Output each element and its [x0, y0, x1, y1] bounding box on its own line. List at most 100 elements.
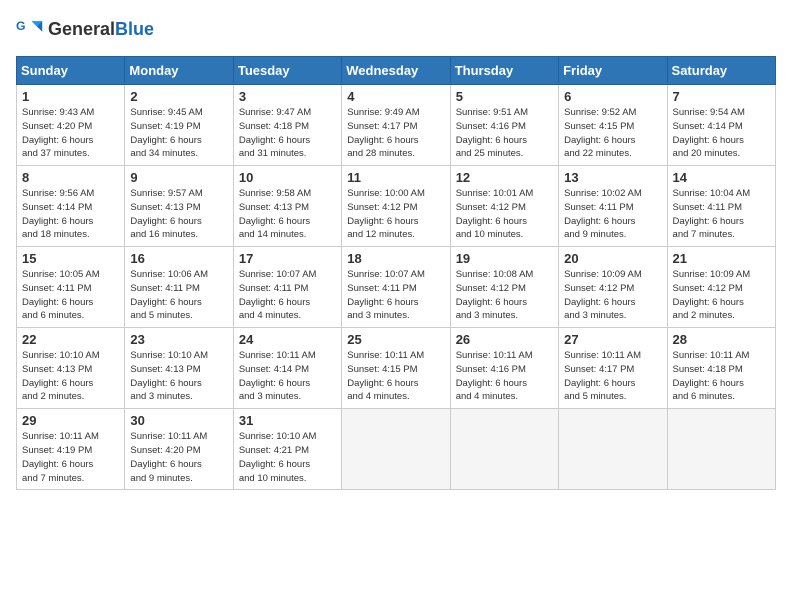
day-cell-12: 12Sunrise: 10:01 AMSunset: 4:12 PMDaylig… — [450, 166, 558, 247]
day-info: Sunrise: 10:05 AMSunset: 4:11 PMDaylight… — [22, 268, 119, 323]
day-number: 24 — [239, 332, 336, 347]
day-number: 25 — [347, 332, 444, 347]
day-info: Sunrise: 10:06 AMSunset: 4:11 PMDaylight… — [130, 268, 227, 323]
day-number: 13 — [564, 170, 661, 185]
weekday-header-saturday: Saturday — [667, 57, 775, 85]
day-cell-29: 29 Sunrise: 10:11 AMSunset: 4:19 PMDaylig… — [17, 409, 125, 490]
day-cell-18: 18 Sunrise: 10:07 AMSunset: 4:11 PMDaylig… — [342, 247, 450, 328]
day-cell-empty — [450, 409, 558, 490]
day-cell-24: 24 Sunrise: 10:11 AMSunset: 4:14 PMDaylig… — [233, 328, 341, 409]
day-number: 31 — [239, 413, 336, 428]
day-number: 2 — [130, 89, 227, 104]
day-number: 14 — [673, 170, 770, 185]
day-number: 29 — [22, 413, 119, 428]
day-number: 21 — [673, 251, 770, 266]
day-info: Sunrise: 10:08 AMSunset: 4:12 PMDaylight… — [456, 268, 553, 323]
day-cell-19: 19 Sunrise: 10:08 AMSunset: 4:12 PMDaylig… — [450, 247, 558, 328]
day-cell-empty — [342, 409, 450, 490]
day-info: Sunrise: 9:52 AMSunset: 4:15 PMDaylight:… — [564, 106, 661, 161]
day-cell-10: 10 Sunrise: 9:58 AMSunset: 4:13 PMDayligh… — [233, 166, 341, 247]
day-cell-14: 14 Sunrise: 10:04 AMSunset: 4:11 PMDaylig… — [667, 166, 775, 247]
page-header: G GeneralBlue — [16, 16, 776, 44]
day-cell-5: 5Sunrise: 9:51 AMSunset: 4:16 PMDaylight… — [450, 85, 558, 166]
day-info: Sunrise: 9:54 AMSunset: 4:14 PMDaylight:… — [673, 106, 770, 161]
day-cell-28: 28 Sunrise: 10:11 AMSunset: 4:18 PMDaylig… — [667, 328, 775, 409]
weekday-header-monday: Monday — [125, 57, 233, 85]
weekday-header-wednesday: Wednesday — [342, 57, 450, 85]
day-cell-25: 25 Sunrise: 10:11 AMSunset: 4:15 PMDaylig… — [342, 328, 450, 409]
day-cell-20: 20 Sunrise: 10:09 AMSunset: 4:12 PMDaylig… — [559, 247, 667, 328]
weekday-header-friday: Friday — [559, 57, 667, 85]
day-info: Sunrise: 10:09 AMSunset: 4:12 PMDaylight… — [673, 268, 770, 323]
day-cell-7: 7 Sunrise: 9:54 AMSunset: 4:14 PMDaylight… — [667, 85, 775, 166]
day-info: Sunrise: 9:49 AMSunset: 4:17 PMDaylight:… — [347, 106, 444, 161]
day-info: Sunrise: 10:10 AMSunset: 4:13 PMDaylight… — [22, 349, 119, 404]
weekday-header-tuesday: Tuesday — [233, 57, 341, 85]
day-cell-21: 21 Sunrise: 10:09 AMSunset: 4:12 PMDaylig… — [667, 247, 775, 328]
day-cell-6: 6Sunrise: 9:52 AMSunset: 4:15 PMDaylight… — [559, 85, 667, 166]
day-cell-empty — [667, 409, 775, 490]
day-info: Sunrise: 10:11 AMSunset: 4:15 PMDaylight… — [347, 349, 444, 404]
day-cell-2: 2 Sunrise: 9:45 AMSunset: 4:19 PMDaylight… — [125, 85, 233, 166]
day-info: Sunrise: 10:07 AMSunset: 4:11 PMDaylight… — [239, 268, 336, 323]
day-cell-22: 22 Sunrise: 10:10 AMSunset: 4:13 PMDaylig… — [17, 328, 125, 409]
day-cell-31: 31 Sunrise: 10:10 AMSunset: 4:21 PMDaylig… — [233, 409, 341, 490]
day-number: 27 — [564, 332, 661, 347]
day-info: Sunrise: 10:09 AMSunset: 4:12 PMDaylight… — [564, 268, 661, 323]
day-cell-17: 17 Sunrise: 10:07 AMSunset: 4:11 PMDaylig… — [233, 247, 341, 328]
day-number: 26 — [456, 332, 553, 347]
day-cell-13: 13Sunrise: 10:02 AMSunset: 4:11 PMDaylig… — [559, 166, 667, 247]
day-cell-30: 30 Sunrise: 10:11 AMSunset: 4:20 PMDaylig… — [125, 409, 233, 490]
day-number: 11 — [347, 170, 444, 185]
day-cell-4: 4 Sunrise: 9:49 AMSunset: 4:17 PMDaylight… — [342, 85, 450, 166]
day-number: 4 — [347, 89, 444, 104]
day-cell-16: 16 Sunrise: 10:06 AMSunset: 4:11 PMDaylig… — [125, 247, 233, 328]
week-row-5: 29 Sunrise: 10:11 AMSunset: 4:19 PMDaylig… — [17, 409, 776, 490]
day-info: Sunrise: 10:11 AMSunset: 4:14 PMDaylight… — [239, 349, 336, 404]
weekday-header-thursday: Thursday — [450, 57, 558, 85]
day-number: 17 — [239, 251, 336, 266]
day-info: Sunrise: 10:11 AMSunset: 4:18 PMDaylight… — [673, 349, 770, 404]
day-number: 15 — [22, 251, 119, 266]
day-cell-26: 26 Sunrise: 10:11 AMSunset: 4:16 PMDaylig… — [450, 328, 558, 409]
week-row-3: 15 Sunrise: 10:05 AMSunset: 4:11 PMDaylig… — [17, 247, 776, 328]
day-info: Sunrise: 10:11 AMSunset: 4:19 PMDaylight… — [22, 430, 119, 485]
day-number: 28 — [673, 332, 770, 347]
day-number: 19 — [456, 251, 553, 266]
day-number: 8 — [22, 170, 119, 185]
day-cell-empty — [559, 409, 667, 490]
week-row-4: 22 Sunrise: 10:10 AMSunset: 4:13 PMDaylig… — [17, 328, 776, 409]
day-cell-9: 9 Sunrise: 9:57 AMSunset: 4:13 PMDaylight… — [125, 166, 233, 247]
day-number: 20 — [564, 251, 661, 266]
day-info: Sunrise: 9:58 AMSunset: 4:13 PMDaylight:… — [239, 187, 336, 242]
week-row-2: 8 Sunrise: 9:56 AMSunset: 4:14 PMDaylight… — [17, 166, 776, 247]
day-info: Sunrise: 10:01 AMSunset: 4:12 PMDaylight… — [456, 187, 553, 242]
weekday-header-sunday: Sunday — [17, 57, 125, 85]
day-info: Sunrise: 10:04 AMSunset: 4:11 PMDaylight… — [673, 187, 770, 242]
day-info: Sunrise: 9:45 AMSunset: 4:19 PMDaylight:… — [130, 106, 227, 161]
day-number: 22 — [22, 332, 119, 347]
day-cell-11: 11Sunrise: 10:00 AMSunset: 4:12 PMDaylig… — [342, 166, 450, 247]
day-number: 3 — [239, 89, 336, 104]
day-info: Sunrise: 10:07 AMSunset: 4:11 PMDaylight… — [347, 268, 444, 323]
day-number: 16 — [130, 251, 227, 266]
day-number: 30 — [130, 413, 227, 428]
day-info: Sunrise: 10:10 AMSunset: 4:21 PMDaylight… — [239, 430, 336, 485]
day-number: 18 — [347, 251, 444, 266]
day-info: Sunrise: 9:51 AMSunset: 4:16 PMDaylight:… — [456, 106, 553, 161]
day-number: 9 — [130, 170, 227, 185]
day-cell-27: 27Sunrise: 10:11 AMSunset: 4:17 PMDaylig… — [559, 328, 667, 409]
day-number: 10 — [239, 170, 336, 185]
day-number: 1 — [22, 89, 119, 104]
week-row-1: 1Sunrise: 9:43 AMSunset: 4:20 PMDaylight… — [17, 85, 776, 166]
day-info: Sunrise: 9:56 AMSunset: 4:14 PMDaylight:… — [22, 187, 119, 242]
day-number: 23 — [130, 332, 227, 347]
day-info: Sunrise: 9:57 AMSunset: 4:13 PMDaylight:… — [130, 187, 227, 242]
day-cell-8: 8 Sunrise: 9:56 AMSunset: 4:14 PMDaylight… — [17, 166, 125, 247]
day-number: 7 — [673, 89, 770, 104]
day-info: Sunrise: 9:47 AMSunset: 4:18 PMDaylight:… — [239, 106, 336, 161]
day-info: Sunrise: 10:11 AMSunset: 4:20 PMDaylight… — [130, 430, 227, 485]
day-cell-3: 3 Sunrise: 9:47 AMSunset: 4:18 PMDaylight… — [233, 85, 341, 166]
day-info: Sunrise: 10:11 AMSunset: 4:16 PMDaylight… — [456, 349, 553, 404]
calendar-table: SundayMondayTuesdayWednesdayThursdayFrid… — [16, 56, 776, 490]
